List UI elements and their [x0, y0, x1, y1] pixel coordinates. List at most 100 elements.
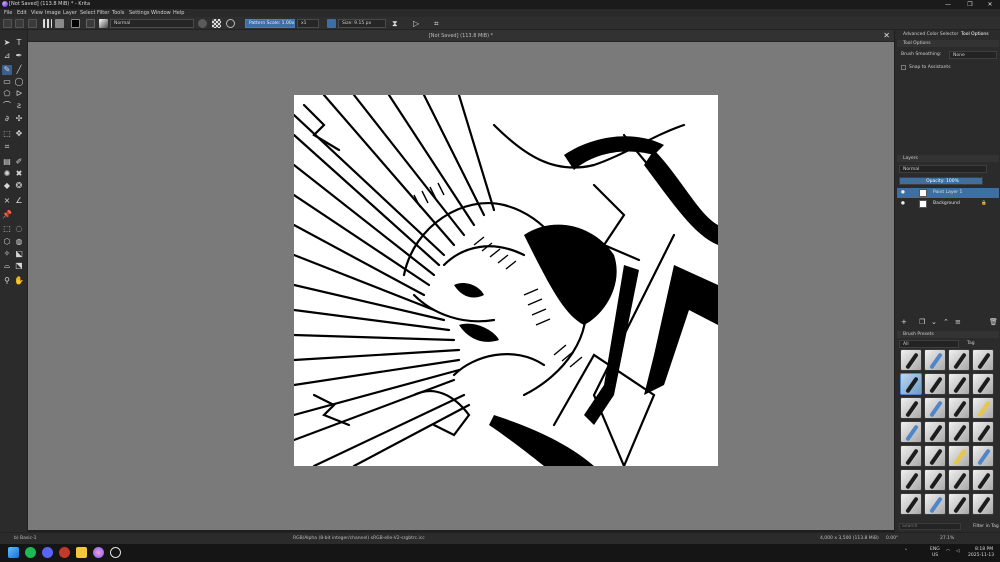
bezier-selection-tool-icon[interactable]: ⌓: [2, 261, 12, 271]
layer-properties-icon[interactable]: ≡: [955, 318, 961, 326]
move-tool-icon[interactable]: ✥: [14, 129, 24, 139]
snap-checkbox[interactable]: [901, 65, 906, 70]
brush-preset-item[interactable]: [900, 469, 922, 491]
brush-preset-item[interactable]: [924, 445, 946, 467]
brush-preset-item[interactable]: [972, 397, 994, 419]
brush-preset-item[interactable]: [924, 469, 946, 491]
brush-preset-item[interactable]: [948, 373, 970, 395]
close-window-button[interactable]: ✕: [980, 0, 1000, 9]
brush-preset-item[interactable]: [900, 493, 922, 515]
transform-tool-icon[interactable]: ⬚: [2, 129, 12, 139]
menu-image[interactable]: Image: [45, 10, 61, 16]
pattern-scale-field[interactable]: Pattern Scale: 1.00x: [245, 19, 295, 28]
polyline-tool-icon[interactable]: ᐅ: [14, 89, 24, 99]
brush-preset-item[interactable]: [972, 445, 994, 467]
brush-preset-item[interactable]: [948, 469, 970, 491]
menu-file[interactable]: File: [4, 10, 12, 16]
move-layer-up-icon[interactable]: ⌃: [943, 318, 949, 326]
line-tool-icon[interactable]: ╱: [14, 65, 24, 75]
wrap-around-icon[interactable]: ⌗: [434, 19, 443, 28]
duplicate-layer-icon[interactable]: ❐: [919, 318, 925, 326]
save-document-icon[interactable]: [28, 19, 37, 28]
brush-preset-item[interactable]: [900, 421, 922, 443]
preserve-alpha-icon[interactable]: [212, 19, 221, 28]
blend-mode-select[interactable]: Normal: [110, 19, 194, 28]
tray-overflow-icon[interactable]: ⌃: [904, 549, 908, 554]
opera-icon[interactable]: [59, 547, 70, 558]
layer-name[interactable]: Paint Layer 1: [933, 188, 962, 198]
brush-preset-item[interactable]: [948, 349, 970, 371]
current-brush-status[interactable]: b) Basic-1: [14, 536, 36, 541]
preset-filter-select[interactable]: All: [899, 340, 959, 348]
visibility-eye-icon[interactable]: ●: [901, 188, 905, 198]
brush-preset-item[interactable]: [948, 493, 970, 515]
discord-icon[interactable]: [42, 547, 53, 558]
brush-preset-item[interactable]: [972, 469, 994, 491]
brush-preset-item[interactable]: [972, 349, 994, 371]
minimize-button[interactable]: —: [938, 0, 958, 9]
brush-preset-item[interactable]: [924, 373, 946, 395]
freehand-brush-tool-icon[interactable]: ✎: [2, 65, 12, 75]
gradient-swatch-icon[interactable]: [43, 19, 52, 28]
contiguous-selection-tool-icon[interactable]: ✧: [2, 249, 12, 259]
visibility-eye-icon[interactable]: ●: [901, 199, 905, 209]
document-tab[interactable]: [Not Saved] (113.8 MiB) * ✕: [28, 30, 894, 42]
similar-selection-tool-icon[interactable]: ⬕: [14, 249, 24, 259]
freehand-selection-tool-icon[interactable]: ◍: [14, 237, 24, 247]
delete-layer-icon[interactable]: 🗑: [989, 318, 998, 326]
pan-tool-icon[interactable]: ✋: [14, 276, 24, 286]
layer-row-paint-layer-1[interactable]: ● Paint Layer 1: [897, 188, 999, 198]
menu-window[interactable]: Window: [151, 10, 171, 16]
language-indicator-top[interactable]: ENG: [930, 547, 940, 552]
maximize-button[interactable]: ❐: [960, 0, 980, 9]
rotation-status[interactable]: 0.00°: [886, 536, 898, 541]
preset-search-input[interactable]: [899, 523, 961, 530]
menu-tools[interactable]: Tools: [112, 10, 124, 16]
filter-in-tag-label[interactable]: Filter in Tag: [973, 524, 999, 529]
krita-taskbar-icon[interactable]: [93, 547, 104, 558]
colorize-mask-tool-icon[interactable]: ✺: [2, 169, 12, 179]
brush-preset-item[interactable]: [900, 373, 922, 395]
pattern-ratio-field[interactable]: x1: [297, 19, 319, 28]
freehand-path-tool-icon[interactable]: ƨ: [14, 101, 24, 111]
color-sampler-tool-icon[interactable]: ✐: [14, 157, 24, 167]
menu-help[interactable]: Help: [173, 10, 184, 16]
windows-start-icon[interactable]: [8, 547, 19, 558]
brush-preset-item[interactable]: [900, 349, 922, 371]
clock-date[interactable]: 2025-11-13: [968, 553, 994, 558]
rectangle-tool-icon[interactable]: ▭: [2, 77, 12, 87]
reference-images-tool-icon[interactable]: 📌: [2, 210, 12, 220]
brush-preset-icon[interactable]: [99, 19, 108, 28]
fill-tool-icon[interactable]: ◆: [2, 181, 12, 191]
tag-label[interactable]: Tag: [967, 341, 975, 346]
new-document-icon[interactable]: [3, 19, 12, 28]
canvas-artwork[interactable]: [294, 95, 718, 466]
tab-tool-options[interactable]: Tool Options: [961, 32, 989, 37]
move-layer-down-icon[interactable]: ⌄: [931, 318, 937, 326]
layer-name[interactable]: Background: [933, 199, 960, 209]
menu-filter[interactable]: Filter: [97, 10, 109, 16]
zoom-status[interactable]: 27.1%: [940, 536, 954, 541]
crop-tool-icon[interactable]: ⌗: [2, 142, 12, 152]
menu-view[interactable]: View: [31, 10, 43, 16]
brush-preset-item[interactable]: [948, 421, 970, 443]
edit-shapes-tool-icon[interactable]: ⊿: [2, 51, 12, 61]
smart-patch-tool-icon[interactable]: ✖: [14, 169, 24, 179]
elliptical-selection-tool-icon[interactable]: ◌: [14, 224, 24, 234]
brush-preset-item[interactable]: [924, 397, 946, 419]
menu-edit[interactable]: Edit: [17, 10, 27, 16]
text-tool-icon[interactable]: T: [14, 38, 24, 48]
open-document-icon[interactable]: [15, 19, 24, 28]
app-taskbar-icon[interactable]: [110, 547, 121, 558]
file-explorer-icon[interactable]: [76, 547, 87, 558]
mirror-horizontal-icon[interactable]: ⧗: [392, 19, 401, 28]
gradient-tool-icon[interactable]: ▤: [2, 157, 12, 167]
bezier-tool-icon[interactable]: ⌒: [2, 101, 12, 111]
add-layer-icon[interactable]: +: [901, 318, 907, 326]
brush-preset-item[interactable]: [900, 397, 922, 419]
layer-blend-mode-select[interactable]: Normal: [899, 165, 987, 173]
brush-preset-item[interactable]: [948, 445, 970, 467]
polygonal-selection-tool-icon[interactable]: ⬡: [2, 237, 12, 247]
brush-preset-item[interactable]: [900, 445, 922, 467]
menu-select[interactable]: Select: [80, 10, 95, 16]
